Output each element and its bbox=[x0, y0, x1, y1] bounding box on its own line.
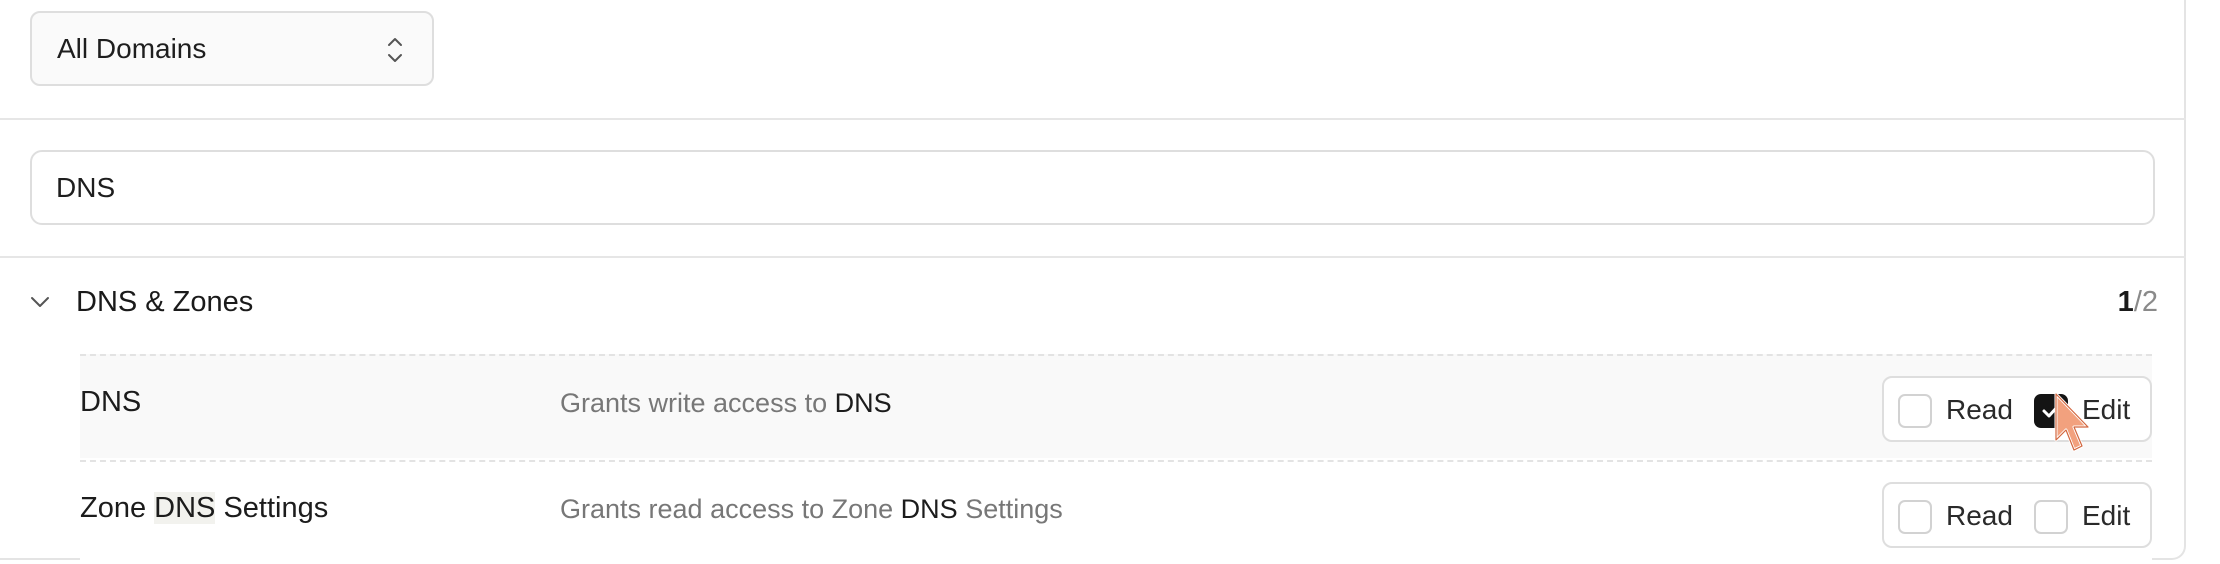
permission-name-text: DNS bbox=[80, 386, 142, 418]
edit-label[interactable]: Edit bbox=[2082, 500, 2130, 532]
edit-label[interactable]: Edit bbox=[2082, 394, 2130, 426]
edit-checkbox[interactable] bbox=[2034, 394, 2068, 428]
divider bbox=[0, 118, 2186, 120]
read-label[interactable]: Read bbox=[1946, 394, 2013, 426]
search-input[interactable] bbox=[30, 150, 2155, 225]
permission-name: Zone DNS Settings bbox=[80, 492, 328, 525]
read-checkbox[interactable] bbox=[1898, 394, 1932, 428]
permission-name: DNS bbox=[80, 386, 141, 419]
permission-desc-text: Settings bbox=[957, 494, 1063, 524]
chevron-up-down-icon bbox=[388, 38, 402, 62]
chevron-down-icon[interactable] bbox=[29, 294, 51, 310]
group-selected-count: 1/2 bbox=[2118, 286, 2158, 319]
group-header-dns-zones[interactable]: DNS & Zones 1/2 bbox=[0, 268, 2186, 340]
permission-desc-text: Grants read access to Zone bbox=[560, 494, 901, 524]
permission-toggle-group: Read Edit bbox=[1882, 376, 2152, 442]
read-label[interactable]: Read bbox=[1946, 500, 2013, 532]
permission-description: Grants write access to DNS bbox=[560, 388, 892, 419]
group-count-selected: 1 bbox=[2117, 286, 2134, 318]
group-title: DNS & Zones bbox=[76, 286, 254, 318]
domain-select[interactable]: All Domains bbox=[30, 11, 434, 86]
permissions-panel: All Domains DNS & Zones 1/2 DNS Grants w… bbox=[0, 0, 2186, 564]
permission-desc-text: Grants write access to bbox=[560, 388, 835, 418]
read-checkbox[interactable] bbox=[1898, 500, 1932, 534]
domain-select-value: All Domains bbox=[57, 32, 207, 64]
checkmark-icon bbox=[2042, 404, 2060, 418]
permission-row-zone-dns-settings: Zone DNS Settings Grants read access to … bbox=[80, 460, 2152, 564]
divider bbox=[0, 256, 2186, 258]
permission-description: Grants read access to Zone DNS Settings bbox=[560, 494, 1063, 525]
search-highlight: DNS bbox=[154, 492, 216, 524]
search-highlight: DNS bbox=[834, 388, 892, 418]
search-highlight: DNS bbox=[900, 494, 958, 524]
edit-checkbox[interactable] bbox=[2034, 500, 2068, 534]
group-count-total: /2 bbox=[2133, 286, 2158, 318]
permission-toggle-group: Read Edit bbox=[1882, 482, 2152, 548]
permission-name-text: Zone bbox=[80, 492, 155, 524]
permission-name-text: Settings bbox=[215, 492, 329, 524]
permission-row-dns: DNS Grants write access to DNS Read Edit bbox=[80, 354, 2152, 458]
